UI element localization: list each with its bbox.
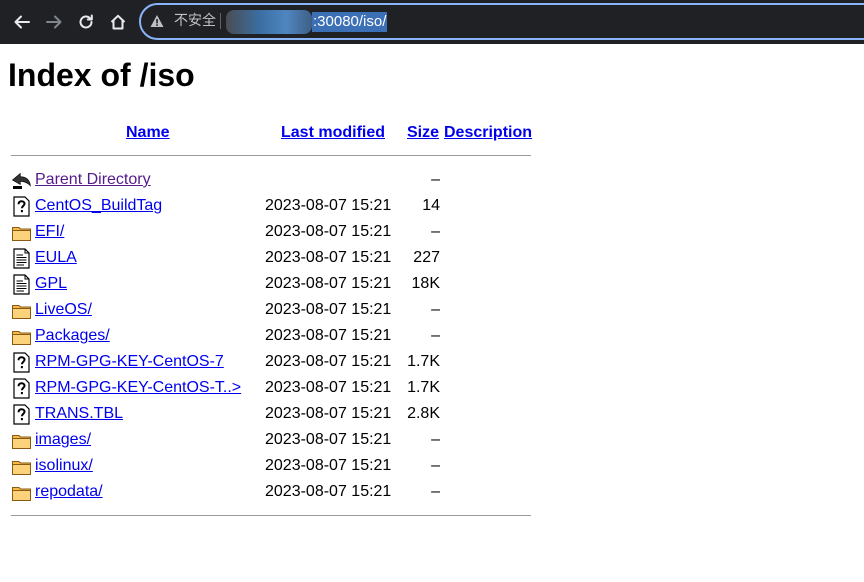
list-item: RPM-GPG-KEY-CentOS-T..> 2023-08-07 15:21 1… xyxy=(0,377,540,399)
reload-icon xyxy=(79,14,93,29)
list-item: TRANS.TBL 2023-08-07 15:21 2.8K xyxy=(0,403,540,425)
file-link[interactable]: CentOS_BuildTag xyxy=(35,197,162,215)
last-modified-cell: 2023-08-07 15:21 xyxy=(265,301,392,318)
reload-button[interactable] xyxy=(72,8,100,36)
size-cell: 2.8K xyxy=(407,405,440,422)
last-modified-cell: 2023-08-07 15:21 xyxy=(265,197,392,214)
back-button[interactable] xyxy=(8,8,36,36)
file-link[interactable]: GPL xyxy=(35,275,67,293)
size-cell: 1.7K xyxy=(407,379,440,396)
last-modified-cell: 2023-08-07 15:21 xyxy=(265,431,392,448)
redacted-host xyxy=(226,10,312,34)
arrow-left-icon xyxy=(14,15,30,29)
file-link[interactable]: isolinux/ xyxy=(35,457,93,475)
last-modified-cell: 2023-08-07 15:21 xyxy=(265,223,392,240)
list-item: CentOS_BuildTag 2023-08-07 15:21 14 xyxy=(0,195,540,217)
folder-icon[interactable] xyxy=(11,482,32,503)
file-link[interactable]: RPM-GPG-KEY-CentOS-T..> xyxy=(35,379,241,397)
list-item: Parent Directory – xyxy=(0,169,540,191)
file-link[interactable]: LiveOS/ xyxy=(35,301,92,319)
list-item: images/2023-08-07 15:21 – xyxy=(0,429,540,451)
sort-by-last-modified-link[interactable]: Last modified xyxy=(281,124,385,142)
last-modified-cell: 2023-08-07 15:21 xyxy=(265,353,392,370)
list-item: isolinux/2023-08-07 15:21 – xyxy=(0,455,540,477)
browser-toolbar: 不安全 :30080/iso/ xyxy=(0,0,864,44)
bottom-divider xyxy=(11,515,531,516)
address-separator xyxy=(220,13,221,29)
file-link[interactable]: images/ xyxy=(35,431,91,449)
home-button[interactable] xyxy=(104,8,132,36)
size-cell: 227 xyxy=(413,249,440,266)
sort-by-name-link[interactable]: Name xyxy=(126,124,170,142)
folder-icon[interactable] xyxy=(11,300,32,321)
file-link[interactable]: Packages/ xyxy=(35,327,110,345)
list-item: repodata/2023-08-07 15:21 – xyxy=(0,481,540,503)
last-modified-cell: 2023-08-07 15:21 xyxy=(265,405,392,422)
list-item: EFI/2023-08-07 15:21 – xyxy=(0,221,540,243)
list-item: RPM-GPG-KEY-CentOS-7 2023-08-07 15:21 1.7K xyxy=(0,351,540,373)
size-cell: – xyxy=(431,457,440,474)
folder-icon[interactable] xyxy=(11,456,32,477)
text-file-icon[interactable] xyxy=(11,274,32,295)
size-cell: 18K xyxy=(411,275,440,292)
size-cell: – xyxy=(431,171,440,188)
sort-by-description-link[interactable]: Description xyxy=(444,124,532,142)
back-icon[interactable] xyxy=(11,170,32,191)
file-link[interactable]: repodata/ xyxy=(35,483,103,501)
list-item: LiveOS/2023-08-07 15:21 – xyxy=(0,299,540,321)
sort-by-size-link[interactable]: Size xyxy=(407,124,439,142)
last-modified-cell: 2023-08-07 15:21 xyxy=(265,327,392,344)
file-link[interactable]: RPM-GPG-KEY-CentOS-7 xyxy=(35,353,224,371)
arrow-right-icon xyxy=(46,15,62,29)
last-modified-cell: 2023-08-07 15:21 xyxy=(265,379,392,396)
home-icon xyxy=(110,14,126,30)
security-label[interactable]: 不安全 xyxy=(174,13,216,29)
size-cell: – xyxy=(431,223,440,240)
last-modified-cell: 2023-08-07 15:21 xyxy=(265,457,392,474)
forward-button[interactable] xyxy=(40,8,68,36)
warning-icon xyxy=(150,15,164,27)
folder-icon[interactable] xyxy=(11,222,32,243)
list-item: EULA 2023-08-07 15:21 227 xyxy=(0,247,540,269)
size-cell: – xyxy=(431,301,440,318)
list-item: GPL 2023-08-07 15:21 18K xyxy=(0,273,540,295)
file-link[interactable]: Parent Directory xyxy=(35,171,151,189)
size-cell: – xyxy=(431,431,440,448)
unknown-file-icon[interactable] xyxy=(11,378,32,399)
file-link[interactable]: EULA xyxy=(35,249,77,267)
folder-icon[interactable] xyxy=(11,430,32,451)
page-title: Index of /iso xyxy=(8,57,195,93)
size-cell: – xyxy=(431,327,440,344)
folder-icon[interactable] xyxy=(11,326,32,347)
last-modified-cell: 2023-08-07 15:21 xyxy=(265,483,392,500)
last-modified-cell: 2023-08-07 15:21 xyxy=(265,275,392,292)
size-cell: – xyxy=(431,483,440,500)
file-link[interactable]: TRANS.TBL xyxy=(35,405,123,423)
text-file-icon[interactable] xyxy=(11,248,32,269)
list-item: Packages/2023-08-07 15:21 – xyxy=(0,325,540,347)
unknown-file-icon[interactable] xyxy=(11,404,32,425)
unknown-file-icon[interactable] xyxy=(11,352,32,373)
size-cell: 14 xyxy=(422,197,440,214)
size-cell: 1.7K xyxy=(407,353,440,370)
top-divider xyxy=(11,155,531,156)
url-text[interactable]: :30080/iso/ xyxy=(312,12,388,32)
file-link[interactable]: EFI/ xyxy=(35,223,64,241)
last-modified-cell: 2023-08-07 15:21 xyxy=(265,249,392,266)
unknown-file-icon[interactable] xyxy=(11,196,32,217)
